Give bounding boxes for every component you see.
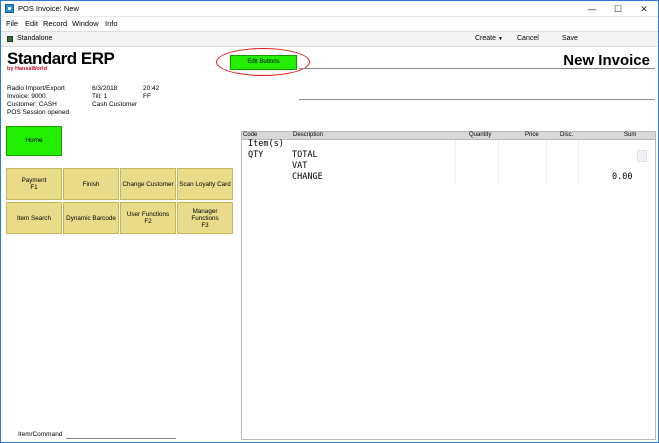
toolbar: Standalone Create ▼ Cancel Save xyxy=(1,31,658,47)
column-price: Price xyxy=(525,132,539,138)
menu-edit[interactable]: Edit xyxy=(25,19,38,28)
invoice-number: Invoice: 9000 xyxy=(7,93,46,100)
standalone-label: Standalone xyxy=(17,35,53,42)
function-keys: Payment F1 Finish Change Customer Scan L… xyxy=(6,168,233,234)
home-button[interactable]: Home xyxy=(6,126,62,156)
brand-logo: Standard ERP by HansaWorld xyxy=(7,49,115,72)
pos-window: POS Invoice: New — ☐ ✕ File Edit Record … xyxy=(0,0,659,443)
session-status: POS Session opened xyxy=(7,109,70,116)
manager-functions-button[interactable]: Manager Functions F3 xyxy=(177,202,233,234)
window-title: POS Invoice: New xyxy=(18,4,79,13)
items-label: Item(s) xyxy=(248,139,284,149)
maximize-button[interactable]: ☐ xyxy=(605,1,631,17)
minimize-icon: — xyxy=(587,4,597,14)
change-customer-button[interactable]: Change Customer xyxy=(120,168,176,200)
column-code: Code xyxy=(243,132,258,138)
column-description: Description xyxy=(293,132,324,138)
close-icon: ✕ xyxy=(640,4,648,14)
item-command-input[interactable] xyxy=(66,438,176,439)
page-title: New Invoice xyxy=(563,52,650,69)
qty-label: QTY xyxy=(248,150,264,160)
dynamic-barcode-button[interactable]: Dynamic Barcode xyxy=(63,202,119,234)
save-button[interactable]: Save xyxy=(562,35,578,42)
vat-label: VAT xyxy=(292,161,308,171)
title-underline xyxy=(299,68,655,69)
menu-window[interactable]: Window xyxy=(72,19,99,28)
item-command-label: Item/Command xyxy=(18,431,63,438)
invoice-grid[interactable] xyxy=(241,140,656,440)
change-value: 0.00 xyxy=(612,172,633,182)
title-bar: POS Invoice: New — ☐ ✕ xyxy=(1,1,658,17)
customer-name: Cash Customer xyxy=(92,101,138,108)
ff-label: FF xyxy=(143,93,151,100)
grid-column-divider xyxy=(498,141,499,185)
invoice-grid-header: Code Description Quantity Price Disc. Su… xyxy=(241,131,656,140)
create-label: Create xyxy=(475,35,497,42)
menu-file[interactable]: File xyxy=(6,19,18,28)
scan-loyalty-card-button[interactable]: Scan Loyalty Card xyxy=(177,168,233,200)
grid-column-divider xyxy=(546,141,547,185)
edit-buttons-button[interactable]: Edit Buttons xyxy=(230,55,297,70)
cancel-button[interactable]: Cancel xyxy=(517,35,539,42)
column-disc: Disc. xyxy=(560,132,574,138)
standalone-icon xyxy=(7,36,13,42)
total-label: TOTAL xyxy=(292,150,318,160)
sum-cell-indicator xyxy=(637,150,647,162)
item-search-button[interactable]: Item Search xyxy=(6,202,62,234)
finish-button[interactable]: Finish xyxy=(63,168,119,200)
grid-column-divider xyxy=(578,141,579,185)
column-sum: Sum xyxy=(624,132,637,138)
minimize-button[interactable]: — xyxy=(579,1,605,17)
app-icon xyxy=(5,4,14,13)
header-divider xyxy=(299,99,655,100)
invoice-date: 6/3/2018 xyxy=(92,85,118,92)
menu-bar: File Edit Record Window Info xyxy=(1,17,658,30)
company-name: Radio Import/Export xyxy=(7,85,65,92)
till-number: Till: 1 xyxy=(92,93,108,100)
chevron-down-icon: ▼ xyxy=(498,36,503,42)
grid-column-divider xyxy=(455,141,456,185)
user-functions-button[interactable]: User Functions F2 xyxy=(120,202,176,234)
invoice-time: 20:42 xyxy=(143,85,160,92)
maximize-icon: ☐ xyxy=(613,4,623,14)
menu-record[interactable]: Record xyxy=(43,19,67,28)
brand-main: Standard ERP xyxy=(7,49,115,68)
menu-info[interactable]: Info xyxy=(105,19,118,28)
column-quantity: Quantity xyxy=(469,132,492,138)
close-button[interactable]: ✕ xyxy=(631,1,657,17)
customer-code: Customer: CASH xyxy=(7,101,57,108)
payment-button[interactable]: Payment F1 xyxy=(6,168,62,200)
change-label: CHANGE xyxy=(292,172,323,182)
create-button[interactable]: Create ▼ xyxy=(475,35,503,42)
